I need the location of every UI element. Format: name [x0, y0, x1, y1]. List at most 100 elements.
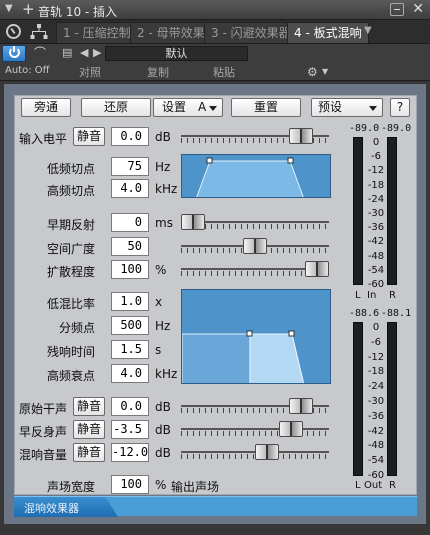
- tab-3[interactable]: 3 - 闪避效果器: [204, 22, 298, 43]
- early-level-field[interactable]: -3.5: [111, 420, 149, 439]
- high-decay-unit: kHz: [155, 367, 178, 381]
- meter-scale-tick: -48: [367, 440, 385, 451]
- bypass-button[interactable]: 旁通: [21, 98, 71, 117]
- dry-slider[interactable]: [181, 398, 329, 414]
- slider-thumb[interactable]: [243, 238, 267, 254]
- reverb-controls: 旁通 还原 设置 A 重置 预设 ? 输入电平 静音 0.0 dB 低频切点 7…: [14, 95, 417, 495]
- input-mute-button[interactable]: 静音: [73, 127, 105, 146]
- preset-dropdown[interactable]: 预设: [311, 98, 383, 117]
- early-reflect-field[interactable]: 0: [111, 213, 149, 232]
- add-icon[interactable]: +: [22, 0, 35, 19]
- setup-dropdown[interactable]: 设置 A: [153, 98, 223, 117]
- early-mute-button[interactable]: 静音: [73, 420, 105, 439]
- early-reflect-label: 早期反射: [47, 218, 96, 232]
- stage-width-label: 声场宽度: [47, 480, 96, 494]
- meter-scale-tick: -6: [371, 337, 381, 348]
- highcut-field[interactable]: 4.0: [111, 179, 149, 198]
- slider-thumb[interactable]: [289, 128, 313, 144]
- meter-scale-tick: 0: [372, 137, 380, 148]
- routing-icon[interactable]: [30, 23, 48, 40]
- reset-button[interactable]: 重置: [231, 98, 301, 117]
- reverb-level-slider[interactable]: [181, 444, 329, 460]
- slider-thumb[interactable]: [279, 421, 303, 437]
- early-level-slider[interactable]: [181, 421, 329, 437]
- input-level-unit: dB: [155, 130, 171, 144]
- meter-in-right: [387, 137, 397, 285]
- input-level-label: 输入电平: [19, 132, 68, 146]
- reverb-time-field[interactable]: 1.5: [111, 340, 149, 359]
- collapse-arrow-icon[interactable]: ▼: [5, 3, 13, 14]
- low-mix-ratio-field[interactable]: 1.0: [111, 292, 149, 311]
- slider-thumb[interactable]: [255, 444, 279, 460]
- window-title: 音轨 10 - 插入: [38, 5, 118, 19]
- power-button[interactable]: [2, 45, 26, 62]
- low-mix-ratio-label: 低混比率: [47, 297, 96, 311]
- highcut-handle: [287, 157, 294, 164]
- next-preset-icon[interactable]: ▶: [93, 46, 101, 59]
- gear-icon[interactable]: ⚙: [307, 65, 318, 79]
- plugin-window: ▼ + 音轨 10 - 插入 ✕ 1 - 压缩控制 2 - 母带效果 3 - 闪…: [0, 0, 430, 535]
- reverb-level-label: 混响音量: [19, 448, 68, 462]
- eq-filter-graph[interactable]: [181, 154, 331, 198]
- reverb-time-unit: s: [155, 343, 162, 357]
- automation-icon[interactable]: ⌒: [29, 45, 51, 62]
- setup-value: A: [198, 100, 207, 114]
- meter-in-label: In: [367, 290, 377, 301]
- slider-track: [181, 428, 329, 430]
- meter-scale-tick: -6: [371, 151, 381, 162]
- preset-name-field[interactable]: 默认: [105, 46, 248, 61]
- meter-scale-tick: -30: [367, 208, 385, 219]
- reverb-level-field[interactable]: -12.0: [111, 443, 149, 462]
- width-slider[interactable]: [181, 238, 329, 254]
- file-icon[interactable]: ▤: [62, 46, 72, 59]
- pin-icon[interactable]: [390, 3, 404, 16]
- copy-button[interactable]: 复制: [138, 65, 178, 80]
- input-level-field[interactable]: 0.0: [111, 127, 149, 146]
- reverb-mute-button[interactable]: 静音: [73, 443, 105, 462]
- tab-4[interactable]: 4 - 板式混响: [287, 22, 369, 43]
- slider-thumb[interactable]: [181, 214, 205, 230]
- early-reflect-slider[interactable]: [181, 214, 329, 230]
- dry-unit: dB: [155, 400, 171, 414]
- gear-dropdown-icon[interactable]: ▼: [322, 67, 328, 76]
- reverb-decay-graph[interactable]: [181, 289, 331, 384]
- paste-button[interactable]: 粘贴: [204, 65, 244, 80]
- lowcut-field[interactable]: 75: [111, 157, 149, 176]
- crossover-handle: [246, 330, 253, 337]
- power-circle-icon[interactable]: [6, 24, 21, 39]
- title-bar: ▼ + 音轨 10 - 插入 ✕: [0, 0, 430, 20]
- tab-1[interactable]: 1 - 压缩控制: [56, 22, 138, 43]
- help-button[interactable]: ?: [390, 98, 410, 117]
- slider-ticks: [181, 431, 329, 436]
- tab-2[interactable]: 2 - 母带效果: [130, 22, 212, 43]
- close-icon[interactable]: ✕: [412, 1, 424, 17]
- slider-thumb[interactable]: [289, 398, 313, 414]
- restore-button[interactable]: 还原: [81, 98, 151, 117]
- reverb-panel: 旁通 还原 设置 A 重置 预设 ? 输入电平 静音 0.0 dB 低频切点 7…: [4, 84, 426, 524]
- lowcut-label: 低频切点: [47, 162, 96, 176]
- meter-in-peak-left: -89.0: [349, 123, 380, 134]
- high-decay-field[interactable]: 4.0: [111, 364, 149, 383]
- meter-out-peak-left: -88.6: [349, 308, 380, 319]
- meter-out-label: Out: [364, 480, 383, 491]
- stage-width-field[interactable]: 100: [111, 475, 149, 494]
- dry-field[interactable]: 0.0: [111, 397, 149, 416]
- diffusion-slider[interactable]: [181, 261, 329, 277]
- stage-width-unit: %: [155, 478, 167, 492]
- dry-mute-button[interactable]: 静音: [73, 397, 105, 416]
- tab-dropdown-icon[interactable]: ▼: [364, 25, 372, 36]
- input-level-slider[interactable]: [181, 128, 329, 144]
- meter-out-left: [353, 322, 363, 476]
- slider-thumb[interactable]: [305, 261, 329, 277]
- meter-in-label-left: L: [355, 290, 361, 301]
- width-field[interactable]: 50: [111, 237, 149, 256]
- output-stage-label: 输出声场: [171, 480, 220, 494]
- prev-preset-icon[interactable]: ◀: [80, 46, 88, 59]
- crossover-field[interactable]: 500: [111, 316, 149, 335]
- meter-scale-tick: -54: [367, 265, 385, 276]
- diffusion-unit: %: [155, 263, 167, 277]
- meter-in-left: [353, 137, 363, 285]
- compare-button[interactable]: 对照: [70, 65, 110, 80]
- diffusion-field[interactable]: 100: [111, 260, 149, 279]
- preset-label: 预设: [318, 100, 343, 114]
